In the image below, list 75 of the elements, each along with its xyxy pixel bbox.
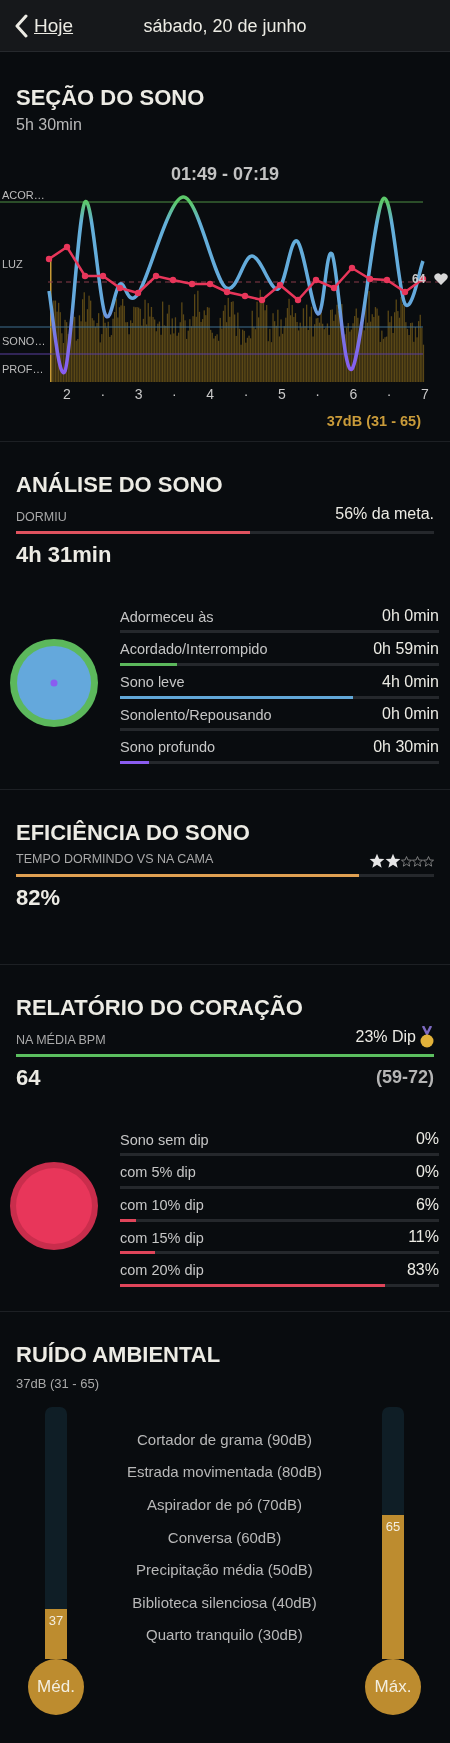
reference-level: Aspirador de pó (70dB) (146, 1495, 303, 1516)
noise-summary: 37dB (31 - 65) (16, 1375, 101, 1394)
reference-level: Conversa (60dB) (167, 1527, 282, 1548)
reference-level: Biblioteca silenciosa (40dB) (132, 1592, 317, 1613)
axis-label: 4 (205, 385, 216, 405)
row-label: Sono leve (120, 673, 185, 692)
reference-level: Quarto tranquilo (30dB) (146, 1625, 303, 1646)
row-value: 6% (415, 1194, 439, 1215)
time-range: 01:49 - 07:19 (170, 164, 280, 185)
reference-level: Precipitação média (50dB) (136, 1560, 313, 1581)
meter-reading: 37 (47, 1611, 65, 1630)
stage-label: SONO… (2, 335, 46, 348)
axis-label: · (171, 385, 178, 405)
reference-level: Estrada movimentada (80dB) (126, 1462, 323, 1483)
empty-star-icon (423, 855, 434, 867)
row-value: 0% (415, 1129, 439, 1150)
row-value: 0h 30min (373, 737, 439, 758)
stage-label: LUZ (2, 258, 23, 271)
medal-icon (420, 1026, 434, 1049)
row-value: 4h 0min (382, 671, 439, 692)
axis-label: 2 (62, 385, 72, 405)
row-value: 0% (415, 1162, 439, 1183)
bpm-range: (59-72) (375, 1066, 434, 1090)
reference-level: Cortador de grama (90dB) (136, 1429, 313, 1450)
row-label: com 15% dip (120, 1228, 204, 1248)
section-title: EFICIÊNCIA DO SONO (16, 820, 251, 847)
meter-label: Méd. (28, 1658, 84, 1715)
heart-icon (434, 273, 448, 286)
row-value: 0h 59min (373, 639, 439, 660)
row-value: 11% (408, 1227, 439, 1248)
meter-label: Máx. (365, 1658, 421, 1715)
efficiency-value: 82% (16, 884, 62, 913)
section-title: SEÇÃO DO SONO (16, 85, 206, 112)
section-title: RUÍDO AMBIENTAL (16, 1342, 222, 1369)
axis-label: 7 (420, 385, 430, 405)
row-label: Sono sem dip (120, 1130, 209, 1150)
metric-label: TEMPO DORMINDO VS NA CAMA (16, 851, 214, 869)
empty-star-icon (401, 855, 412, 867)
row-label: Adormeceu às (120, 607, 214, 627)
metric-label: NA MÉDIA BPM (16, 1031, 106, 1049)
row-label: com 10% dip (120, 1196, 204, 1215)
sleep-duration: 4h 31min (16, 541, 113, 570)
average-bpm: 64 (16, 1064, 41, 1093)
row-label: Sonolento/Repousando (120, 705, 272, 725)
noise-summary: 37dB (31 - 65) (326, 413, 421, 430)
empty-star-icon (412, 855, 423, 867)
axis-label: · (314, 385, 321, 405)
dip-text: 23% Dip (355, 1027, 416, 1048)
row-label: Sono profundo (120, 738, 216, 758)
page-title: sábado, 20 de junho (143, 16, 307, 36)
axis-label: · (242, 385, 250, 405)
axis-label: · (99, 385, 107, 405)
stage-label: ACOR… (2, 191, 45, 202)
meter-reading: 65 (384, 1518, 402, 1537)
row-label: Acordado/Interrompido (120, 640, 268, 660)
stage-label: PROF… (2, 363, 44, 376)
section-title: ANÁLISE DO SONO (16, 472, 224, 499)
heart-rate-label: 64 (412, 272, 426, 287)
filled-star-icon (385, 853, 401, 870)
row-label: com 5% dip (120, 1163, 196, 1183)
axis-label: · (385, 385, 393, 405)
row-label: com 20% dip (120, 1261, 204, 1281)
row-value: 0h 0min (382, 704, 439, 725)
row-value: 83% (406, 1260, 439, 1281)
duration-text: 5h 30min (16, 115, 83, 136)
row-value: 0h 0min (382, 606, 439, 627)
axis-label: 3 (133, 385, 144, 405)
axis-label: 6 (348, 385, 359, 405)
goal-text: 56% da meta. (335, 504, 434, 525)
filled-star-icon (369, 853, 385, 870)
back-link[interactable]: Hoje (0, 0, 74, 52)
back-chevron-icon (14, 14, 28, 38)
axis-label: 5 (276, 385, 287, 405)
section-title: RELATÓRIO DO CORAÇÃO (16, 995, 304, 1022)
metric-label: DORMIU (16, 508, 67, 526)
